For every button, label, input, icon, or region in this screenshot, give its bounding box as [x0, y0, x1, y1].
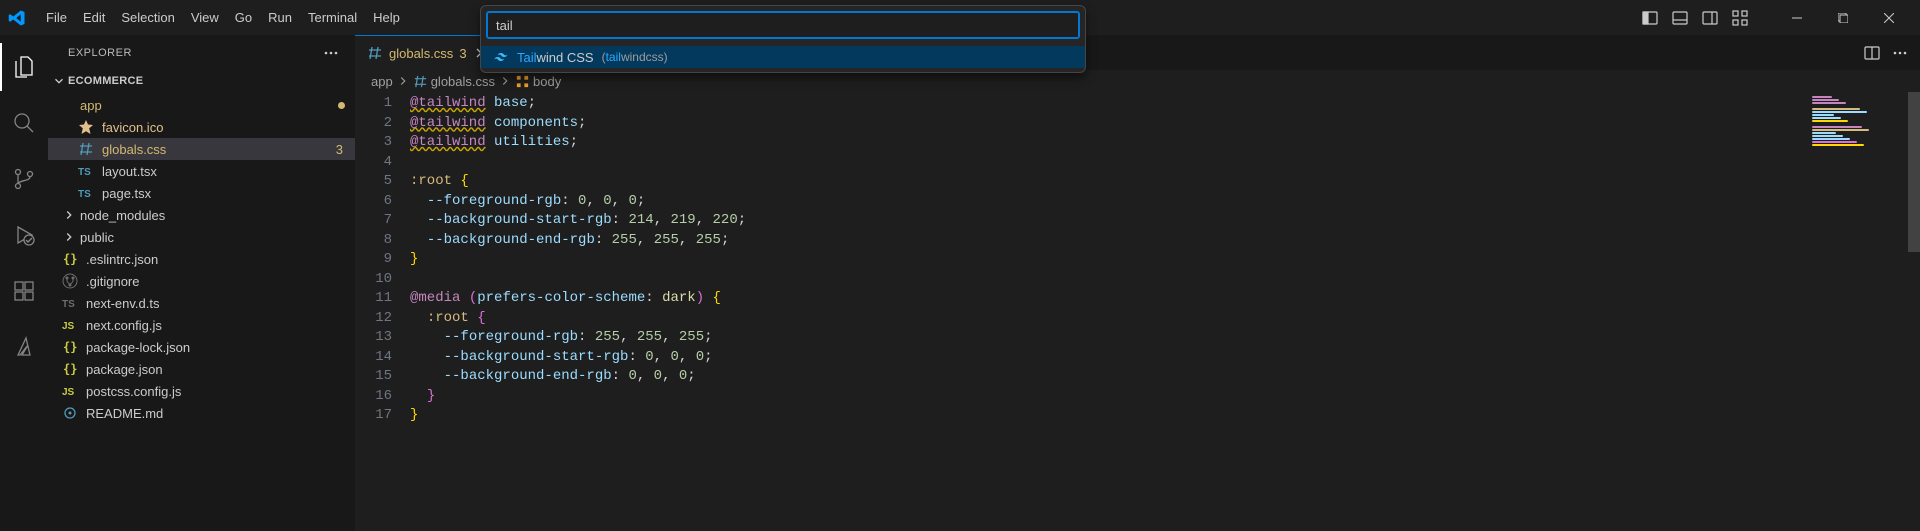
layout-toggle-right-icon[interactable] — [1702, 10, 1718, 26]
command-palette-item-detail: (tailwindcss) — [602, 50, 668, 64]
file-next-env-d-ts[interactable]: TSnext-env.d.ts — [48, 292, 355, 314]
command-palette: Tailwind CSS (tailwindcss) — [480, 5, 1086, 73]
azure-icon — [12, 335, 36, 359]
file-README-md[interactable]: README.md — [48, 402, 355, 424]
line-gutter: 1234567891011121314151617 — [355, 92, 410, 531]
file-package-lock-json[interactable]: {}package-lock.json — [48, 336, 355, 358]
file--eslintrc-json[interactable]: {}.eslintrc.json — [48, 248, 355, 270]
layout-customize-icon[interactable] — [1732, 10, 1748, 26]
close-window-button[interactable] — [1866, 0, 1912, 35]
menu-help[interactable]: Help — [365, 6, 408, 29]
command-palette-item[interactable]: Tailwind CSS (tailwindcss) — [481, 46, 1085, 68]
activity-debug[interactable] — [0, 211, 48, 259]
file-package-json[interactable]: {}package.json — [48, 358, 355, 380]
folder-app[interactable]: app — [48, 94, 355, 116]
file--gitignore[interactable]: .gitignore — [48, 270, 355, 292]
tab-label: globals.css — [389, 46, 453, 61]
vertical-scrollbar[interactable] — [1906, 92, 1920, 531]
file-postcss-config-js[interactable]: JSpostcss.config.js — [48, 380, 355, 402]
menu-edit[interactable]: Edit — [75, 6, 113, 29]
file-page-tsx[interactable]: TSpage.tsx — [48, 182, 355, 204]
symbol-icon — [515, 74, 530, 89]
files-icon — [12, 55, 36, 79]
extensions-icon — [12, 279, 36, 303]
menu-view[interactable]: View — [183, 6, 227, 29]
file-next-config-js[interactable]: JSnext.config.js — [48, 314, 355, 336]
file-favicon-ico[interactable]: favicon.ico — [48, 116, 355, 138]
svg-text:{}: {} — [63, 362, 77, 376]
activity-bar — [0, 35, 48, 531]
explorer-title: EXPLORER — [68, 47, 132, 59]
tailwind-icon — [493, 49, 509, 65]
svg-text:{}: {} — [63, 252, 77, 266]
layout-toggle-bottom-icon[interactable] — [1672, 10, 1688, 26]
hash-icon — [413, 74, 428, 89]
code-editor[interactable]: 1234567891011121314151617 @tailwind base… — [355, 92, 1806, 531]
menu-selection[interactable]: Selection — [113, 6, 182, 29]
split-editor-icon[interactable] — [1864, 45, 1880, 61]
debug-icon — [12, 223, 36, 247]
breadcrumb[interactable]: app globals.css body — [355, 70, 1920, 92]
more-editor-actions-icon[interactable] — [1892, 45, 1908, 61]
editor: globals.css 3 app globals.css body 12345… — [355, 35, 1920, 531]
file-layout-tsx[interactable]: TSlayout.tsx — [48, 160, 355, 182]
command-palette-input[interactable] — [487, 12, 1079, 38]
minimize-button[interactable] — [1774, 0, 1820, 35]
breadcrumb-folder[interactable]: app — [371, 74, 393, 89]
more-actions-icon[interactable] — [323, 45, 339, 61]
menu-go[interactable]: Go — [227, 6, 260, 29]
minimap[interactable] — [1806, 92, 1906, 531]
chevron-down-icon — [52, 74, 66, 88]
layout-toggle-left-icon[interactable] — [1642, 10, 1658, 26]
chevron-right-icon — [498, 74, 512, 88]
tab-problems-badge: 3 — [459, 46, 466, 61]
scrollbar-thumb[interactable] — [1908, 92, 1920, 252]
menu-run[interactable]: Run — [260, 6, 300, 29]
activity-extensions[interactable] — [0, 267, 48, 315]
hash-icon — [367, 45, 383, 61]
explorer-sidebar: EXPLORER ECOMMERCE appfavicon.icoglobals… — [48, 35, 355, 531]
svg-text:{}: {} — [63, 340, 77, 354]
menu-terminal[interactable]: Terminal — [300, 6, 365, 29]
activity-explorer[interactable] — [0, 43, 48, 91]
search-icon — [12, 111, 36, 135]
svg-text:TS: TS — [62, 299, 75, 310]
svg-text:TS: TS — [78, 167, 91, 178]
breadcrumb-file[interactable]: globals.css — [431, 74, 495, 89]
menu-file[interactable]: File — [38, 6, 75, 29]
svg-text:JS: JS — [62, 321, 75, 332]
project-section-header[interactable]: ECOMMERCE — [48, 70, 355, 92]
folder-public[interactable]: public — [48, 226, 355, 248]
activity-search[interactable] — [0, 99, 48, 147]
command-palette-item-label: Tailwind CSS — [517, 50, 594, 65]
file-globals-css[interactable]: globals.css3 — [48, 138, 355, 160]
activity-azure[interactable] — [0, 323, 48, 371]
maximize-button[interactable] — [1820, 0, 1866, 35]
vscode-icon — [8, 9, 26, 27]
chevron-right-icon — [396, 74, 410, 88]
activity-source-control[interactable] — [0, 155, 48, 203]
branch-icon — [12, 167, 36, 191]
breadcrumb-symbol[interactable]: body — [533, 74, 561, 89]
svg-text:JS: JS — [62, 387, 75, 398]
svg-text:TS: TS — [78, 189, 91, 200]
folder-node_modules[interactable]: node_modules — [48, 204, 355, 226]
